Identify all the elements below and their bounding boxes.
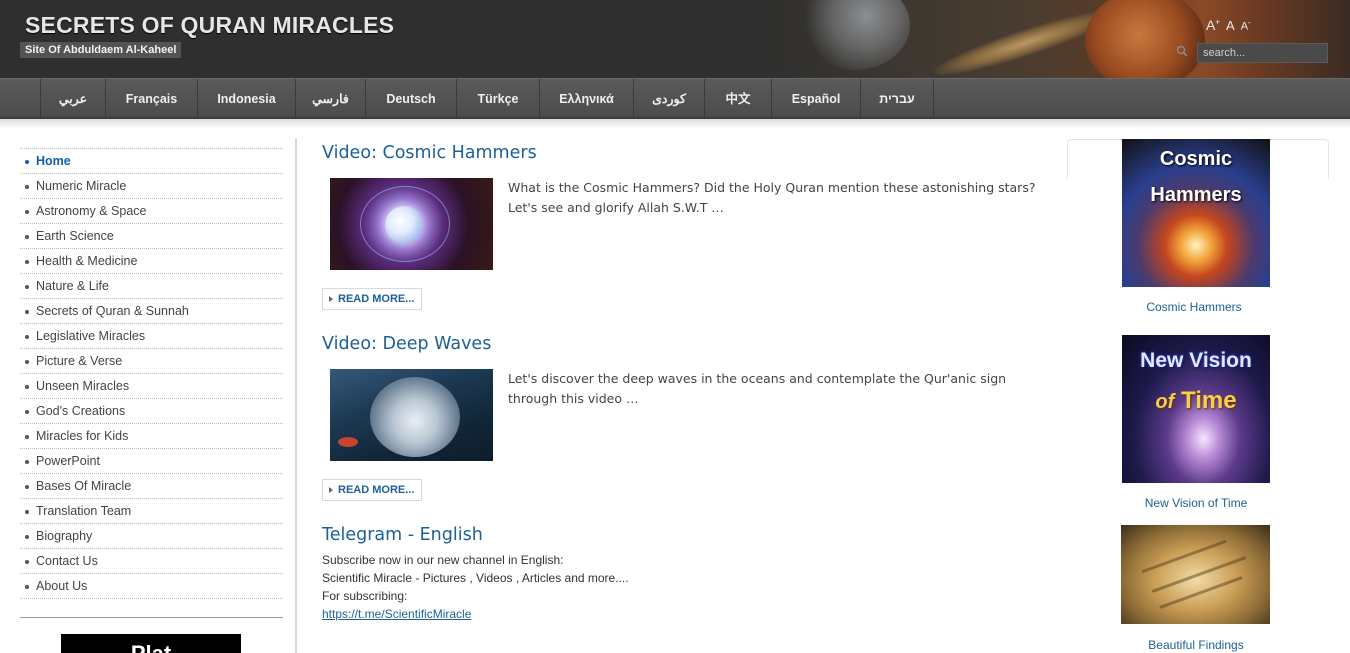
language-turkish[interactable]: Türkçe	[457, 79, 540, 119]
language-indonesian[interactable]: Indonesia	[198, 79, 296, 119]
telegram-line-for-subscribing: For subscribing:	[322, 589, 408, 603]
language-spanish[interactable]: Español	[772, 79, 861, 119]
header-planet-art	[1085, 0, 1205, 78]
article-summary-deep-waves: Let's discover the deep waves in the oce…	[508, 371, 1007, 406]
language-persian[interactable]: فارسي	[296, 79, 366, 119]
sidebar-item-earth-science[interactable]: Earth Science	[20, 224, 283, 249]
column-divider	[295, 138, 297, 653]
sidebar-item-astronomy-space[interactable]: Astronomy & Space	[20, 199, 283, 224]
read-more-button-deep-waves[interactable]: READ MORE...	[322, 479, 423, 501]
telegram-link[interactable]: https://t.me/ScientificMiracle	[322, 607, 471, 621]
article-title-cosmic-hammers[interactable]: Video: Cosmic Hammers	[322, 143, 537, 163]
font-default-button[interactable]: A	[1226, 18, 1235, 33]
language-chinese[interactable]: 中文	[705, 79, 772, 119]
sidebar-item-bases-of-miracle[interactable]: Bases Of Miracle	[20, 474, 283, 499]
cosmic-hammers-image-text-line1: Cosmic	[1159, 148, 1233, 170]
telegram-line-content: Scientific Miracle - Pictures , Videos ,…	[322, 571, 629, 585]
sidebar-item-nature-life[interactable]: Nature & Life	[20, 274, 283, 299]
site-title[interactable]: SECRETS OF QURAN MIRACLES	[25, 12, 394, 39]
beautiful-findings-image[interactable]	[1121, 525, 1270, 624]
sidebar-item-numeric-miracle[interactable]: Numeric Miracle	[20, 174, 283, 199]
underwater-plume-image	[370, 377, 460, 457]
neutron-star-image	[385, 206, 423, 244]
language-french[interactable]: Français	[106, 79, 198, 119]
sidebar-menu: Home Numeric Miracle Astronomy & Space E…	[20, 148, 283, 599]
language-bar-shadow	[0, 119, 1350, 129]
sidebar-item-picture-verse[interactable]: Picture & Verse	[20, 349, 283, 374]
font-increase-button[interactable]: A+	[1206, 17, 1220, 33]
sidebar-item-about-us[interactable]: About Us	[20, 574, 283, 599]
language-arabic[interactable]: عربي	[41, 79, 106, 119]
article-thumbnail-cosmic-hammers[interactable]	[330, 178, 493, 270]
telegram-title[interactable]: Telegram - English	[322, 525, 483, 545]
site-header: SECRETS OF QURAN MIRACLES Site Of Abduld…	[0, 0, 1350, 78]
font-decrease-button[interactable]: A-	[1241, 18, 1251, 33]
read-more-button-cosmic-hammers[interactable]: READ MORE...	[322, 288, 423, 310]
sidebar-item-secrets-quran-sunnah[interactable]: Secrets of Quran & Sunnah	[20, 299, 283, 324]
sidebar-item-contact-us[interactable]: Contact Us	[20, 549, 283, 574]
language-german[interactable]: Deutsch	[366, 79, 457, 119]
lava-glow-image	[338, 437, 358, 447]
telegram-body: Subscribe now in our new channel in Engl…	[322, 551, 629, 623]
search-icon[interactable]	[1176, 45, 1188, 57]
sidebar-banner[interactable]: Plat	[61, 634, 241, 653]
cosmic-hammers-image-text-line2: Hammers	[1150, 184, 1242, 206]
sidebar-item-gods-creations[interactable]: God's Creations	[20, 399, 283, 424]
article-thumbnail-deep-waves[interactable]	[330, 369, 493, 461]
search-input[interactable]	[1197, 43, 1328, 63]
sidebar-item-miracles-for-kids[interactable]: Miracles for Kids	[20, 424, 283, 449]
new-vision-of-time-image[interactable]: New Vision of Time	[1122, 335, 1270, 483]
caption-cosmic-hammers[interactable]: Cosmic Hammers	[1109, 300, 1279, 314]
sidebar-divider	[20, 617, 283, 618]
article-summary-cosmic-hammers: What is the Cosmic Hammers? Did the Holy…	[508, 180, 1036, 215]
sidebar-item-biography[interactable]: Biography	[20, 524, 283, 549]
language-list: عربي Français Indonesia فارسي Deutsch Tü…	[40, 79, 934, 119]
caption-beautiful-findings[interactable]: Beautiful Findings	[1111, 638, 1281, 652]
language-hebrew[interactable]: עברית	[861, 79, 934, 119]
cosmic-hammers-image[interactable]: Cosmic Hammers	[1122, 139, 1270, 287]
sidebar-item-health-medicine[interactable]: Health & Medicine	[20, 249, 283, 274]
manuscript-script-line	[1159, 576, 1243, 609]
font-size-tools: A+ A A-	[1206, 17, 1251, 33]
language-greek[interactable]: Ελληνικά	[540, 79, 634, 119]
sidebar-item-translation-team[interactable]: Translation Team	[20, 499, 283, 524]
sidebar-item-legislative-miracles[interactable]: Legislative Miracles	[20, 324, 283, 349]
language-kurdish[interactable]: كوردی	[634, 79, 705, 119]
new-vision-image-text-line1: New Vision	[1140, 349, 1252, 372]
new-vision-image-text-line2: of Time	[1155, 387, 1237, 414]
telegram-line-subscribe: Subscribe now in our new channel in Engl…	[322, 553, 564, 567]
article-title-deep-waves[interactable]: Video: Deep Waves	[322, 334, 491, 354]
caption-new-vision-of-time[interactable]: New Vision of Time	[1111, 496, 1281, 510]
sidebar-item-unseen-miracles[interactable]: Unseen Miracles	[20, 374, 283, 399]
sidebar-item-powerpoint[interactable]: PowerPoint	[20, 449, 283, 474]
language-bar: عربي Français Indonesia فارسي Deutsch Tü…	[0, 78, 1350, 119]
sidebar-item-home[interactable]: Home	[20, 149, 283, 174]
site-slogan: Site Of Abduldaem Al-Kaheel	[20, 42, 182, 58]
